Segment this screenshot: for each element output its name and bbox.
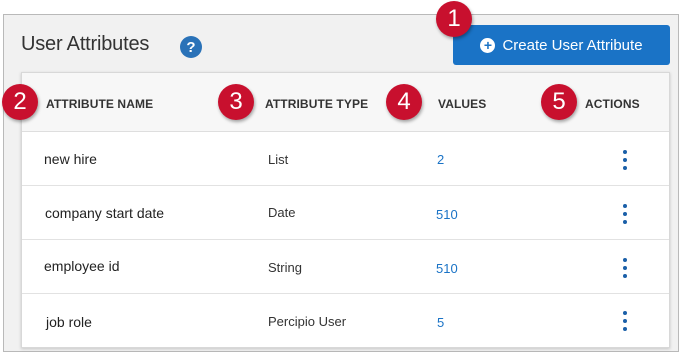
table-row: employee id String 510 <box>22 240 669 294</box>
attribute-type: List <box>268 152 289 167</box>
table-row: new hire List 2 <box>22 132 669 186</box>
more-actions-icon[interactable] <box>620 150 630 170</box>
attribute-type: String <box>268 260 302 275</box>
attribute-name: new hire <box>44 151 97 167</box>
attribute-values-link[interactable]: 510 <box>436 207 458 222</box>
attribute-type: Date <box>268 205 296 220</box>
callout-badge: 5 <box>541 84 577 120</box>
callout-badge: 3 <box>218 84 254 120</box>
column-header-values[interactable]: VALUES <box>438 97 486 111</box>
page-title: User Attributes <box>21 33 150 55</box>
table-row: job role Percipio User 5 <box>22 294 669 348</box>
column-header-attribute-type[interactable]: ATTRIBUTE TYPE <box>265 97 368 111</box>
column-header-attribute-name[interactable]: ATTRIBUTE NAME <box>46 97 153 111</box>
attribute-name: job role <box>46 314 92 330</box>
callout-badge: 4 <box>386 84 422 120</box>
create-user-attribute-button[interactable]: + Create User Attribute <box>453 25 670 65</box>
column-header-actions: ACTIONS <box>585 97 640 111</box>
callout-badge: 1 <box>436 1 472 37</box>
attribute-values-link[interactable]: 5 <box>437 315 444 330</box>
attribute-name: employee id <box>44 258 120 274</box>
plus-circle-icon: + <box>480 37 496 53</box>
table-row: company start date Date 510 <box>22 186 669 240</box>
more-actions-icon[interactable] <box>620 311 630 331</box>
attribute-values-link[interactable]: 2 <box>437 152 444 167</box>
attribute-type: Percipio User <box>268 314 347 329</box>
callout-badge: 2 <box>2 84 38 120</box>
more-actions-icon[interactable] <box>620 204 630 224</box>
more-actions-icon[interactable] <box>620 258 630 278</box>
attribute-values-link[interactable]: 510 <box>436 261 458 276</box>
attribute-name: company start date <box>45 205 165 221</box>
help-icon[interactable]: ? <box>180 36 202 58</box>
create-button-label: Create User Attribute <box>502 36 643 54</box>
